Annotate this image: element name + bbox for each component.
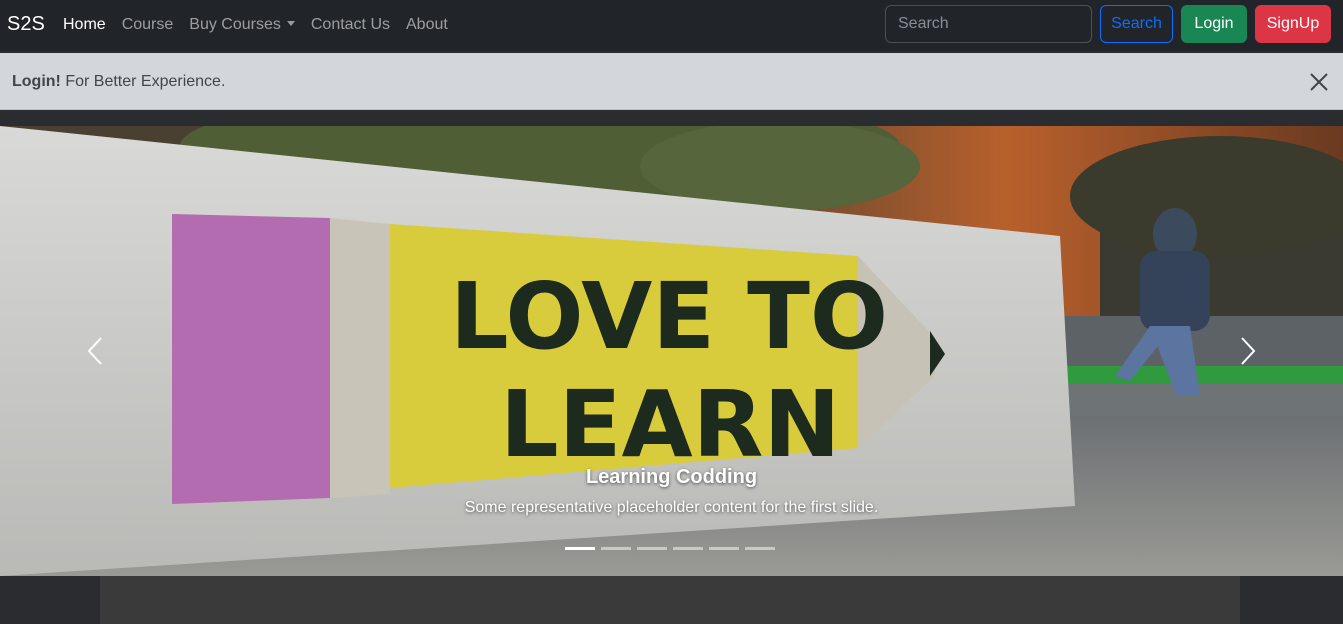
signup-button[interactable]: SignUp bbox=[1255, 5, 1331, 43]
nav-link-contact-us[interactable]: Contact Us bbox=[311, 14, 390, 36]
carousel-indicator[interactable] bbox=[637, 547, 667, 550]
nav-dropdown-buy-courses[interactable]: Buy Courses bbox=[189, 14, 295, 36]
nav-link-home[interactable]: Home bbox=[63, 14, 106, 36]
sign-text-line2: LEARN bbox=[500, 371, 841, 478]
search-button[interactable]: Search bbox=[1100, 5, 1173, 43]
carousel-indicator[interactable] bbox=[565, 547, 595, 550]
hero-carousel: LOVE TO LEARN Learning Codding Some repr… bbox=[0, 126, 1343, 576]
search-input[interactable] bbox=[885, 5, 1092, 43]
brand-logo[interactable]: S2S bbox=[7, 12, 45, 36]
chevron-left-icon bbox=[87, 337, 102, 365]
nav-link-course[interactable]: Course bbox=[122, 14, 174, 36]
carousel-caption-text: Some representative placeholder content … bbox=[464, 499, 879, 516]
nav-link-about[interactable]: About bbox=[406, 14, 448, 36]
carousel-indicator[interactable] bbox=[745, 547, 775, 550]
chevron-right-icon bbox=[1241, 337, 1256, 365]
carousel-caption-title: Learning Codding bbox=[585, 466, 758, 488]
login-button[interactable]: Login bbox=[1181, 5, 1247, 43]
alert-message: For Better Experience. bbox=[65, 73, 226, 90]
caret-down-icon bbox=[286, 21, 295, 26]
navbar: S2S Home Course Buy Courses Contact Us A… bbox=[0, 0, 1343, 51]
carousel-indicators bbox=[565, 547, 781, 550]
nav-links: Home Course Buy Courses Contact Us About bbox=[63, 14, 464, 36]
nav-dropdown-label: Buy Courses bbox=[189, 16, 281, 33]
alert-text: Login! For Better Experience. bbox=[12, 72, 225, 92]
close-icon[interactable] bbox=[1309, 72, 1329, 92]
content-container bbox=[100, 576, 1240, 624]
carousel-indicator[interactable] bbox=[709, 547, 739, 550]
carousel-indicator[interactable] bbox=[601, 547, 631, 550]
sign-text-line1: LOVE TO bbox=[450, 263, 888, 370]
alert-strong: Login! bbox=[12, 73, 61, 90]
carousel-indicator[interactable] bbox=[673, 547, 703, 550]
login-alert: Login! For Better Experience. bbox=[0, 53, 1343, 110]
